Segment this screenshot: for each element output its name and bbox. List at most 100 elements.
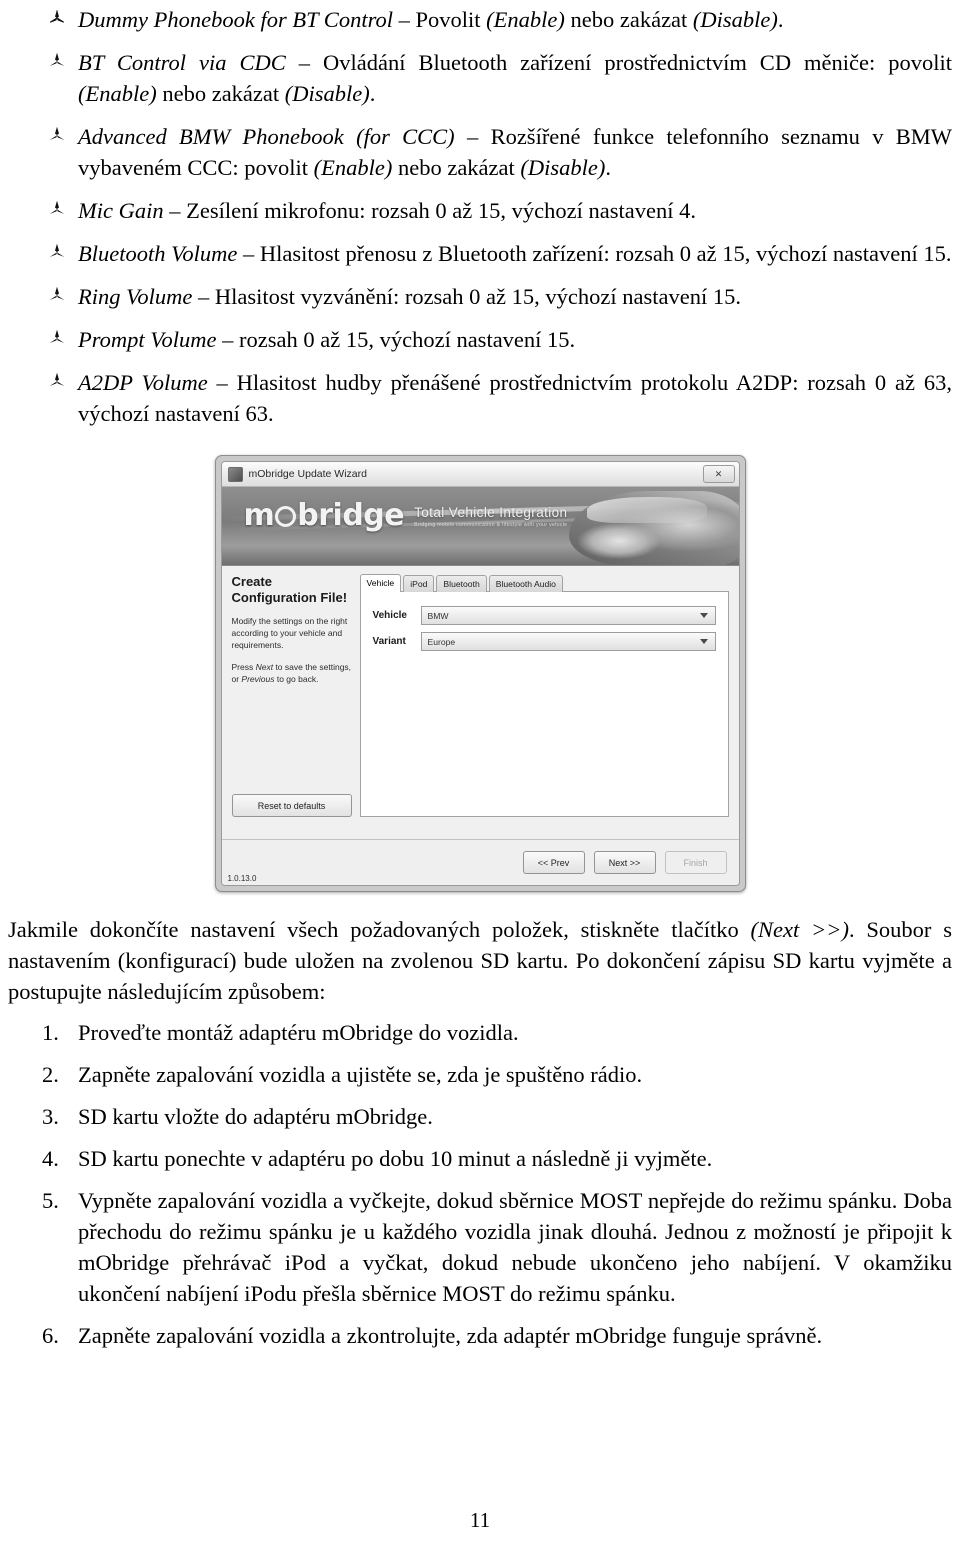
propeller-bullet-icon [46,198,68,220]
step-number: 1. [42,1020,59,1045]
variant-field-row: Variant Europe [373,632,716,651]
term-label: Advanced BMW Phonebook (for CCC) [78,124,455,149]
list-item: 2. Zapněte zapalování vozidla a ujistěte … [8,1059,952,1090]
english-term: (Disable) [520,155,606,180]
list-item: 6. Zapněte zapalování vozidla a zkontrolu… [8,1320,952,1351]
propeller-bullet-icon [46,327,68,349]
step-number: 2. [42,1062,59,1087]
tab-bluetooth[interactable]: Bluetooth [436,575,487,592]
list-item: 1. Proveďte montáž adaptéru mObridge do v… [8,1017,952,1048]
tab-ipod[interactable]: iPod [403,575,435,592]
description-text: nebo zakázat [156,81,285,106]
prev-button[interactable]: << Prev [522,851,585,874]
description-text: . [777,7,784,32]
term-label: Prompt Volume [78,327,217,352]
close-icon[interactable]: ✕ [702,465,735,483]
vehicle-select[interactable]: BMW [420,606,716,625]
list-item: 3. SD kartu vložte do adaptéru mObridge. [8,1101,952,1132]
finish-button[interactable]: Finish [664,851,727,874]
chevron-down-icon [699,639,708,644]
chevron-down-icon [699,613,708,618]
reset-to-defaults-button[interactable]: Reset to defaults [231,794,352,817]
window-title: mObridge Update Wizard [248,468,367,480]
list-item: 4. SD kartu ponechte v adaptéru po dobu 1… [8,1143,952,1174]
propeller-bullet-icon [46,50,68,72]
tab-strip: Vehicle iPod Bluetooth Bluetooth Audio [359,574,729,592]
propeller-bullet-icon [46,7,68,29]
step-text: Proveďte montáž adaptéru mObridge do voz… [78,1020,519,1045]
term-label: Bluetooth Volume [78,241,238,266]
logo-text-part1: m [243,498,275,533]
mobridge-update-wizard-window: mObridge Update Wizard ✕ m bridge Total V… [214,455,746,892]
banner-subtagline: Bridging mobile communication & lifestyl… [414,522,568,528]
pane-spacer [232,695,352,794]
car-photo [568,491,739,565]
logo-o-ring-icon [275,506,297,527]
term-label: Dummy Phonebook for BT Control [78,7,393,32]
tab-bluetooth-audio[interactable]: Bluetooth Audio [488,575,563,592]
variant-select[interactable]: Europe [420,632,716,651]
propeller-bullet-icon [46,124,68,146]
paragraph-pre: Jakmile dokončíte nastavení všech požado… [8,917,751,942]
vehicle-field-label: Vehicle [372,610,407,621]
step-number: 3. [42,1104,59,1129]
list-item: Bluetooth Volume – Hlasitost přenosu z B… [8,238,952,269]
dash: – [207,370,237,395]
feature-bullet-list: Dummy Phonebook for BT Control – Povolit… [0,0,960,429]
window-footer: 1.0.13.0 << Prev Next >> Finish [221,839,739,885]
page-number: 11 [469,1508,491,1532]
description-text: nebo zakázat [564,7,693,32]
description-text: Hlasitost vyzvánění: rozsah 0 až 15, výc… [214,284,741,309]
step-text: Zapněte zapalování vozidla a zkontrolujt… [78,1323,823,1348]
pane-title-line1: Create [231,574,272,589]
pane-para2-pre: Press [231,662,256,672]
pane-title: Create Configuration File! [232,574,352,606]
next-button[interactable]: Next >> [593,851,656,874]
window-titlebar: mObridge Update Wizard ✕ [221,462,739,487]
pane-paragraph-2: Press Next to save the settings, or Prev… [232,661,352,685]
mobridge-logo: m bridge Total Vehicle Integration Bridgi… [244,501,568,531]
dash: – [237,241,260,266]
description-text: . [605,155,611,180]
propeller-bullet-icon [46,241,68,263]
banner-tagline: Total Vehicle Integration [414,505,568,520]
list-item: Dummy Phonebook for BT Control – Povolit… [8,4,952,35]
english-term: (Enable) [78,81,157,106]
post-figure-paragraph: Jakmile dokončíte nastavení všech požado… [8,914,952,1007]
version-label: 1.0.13.0 [227,874,257,883]
list-item: 5. Vypněte zapalování vozidla a vyčkejte,… [8,1185,952,1309]
dash: – [454,124,491,149]
propeller-bullet-icon [46,370,68,392]
list-item: Ring Volume – Hlasitost vyzvánění: rozsa… [8,281,952,312]
variant-field-label: Variant [372,636,406,647]
term-label: Mic Gain [78,198,164,223]
list-item: BT Control via CDC – Ovládání Bluetooth … [8,47,952,109]
logo-text-part2: bridge [297,498,405,533]
step-number: 6. [42,1323,59,1348]
description-text: Povolit [415,7,487,32]
document-page: Dummy Phonebook for BT Control – Povolit… [0,0,960,1551]
propeller-bullet-icon [46,284,68,306]
step-number: 4. [42,1146,59,1171]
list-item: Mic Gain – Zesílení mikrofonu: rozsah 0 … [8,195,952,226]
step-text: SD kartu vložte do adaptéru mObridge. [78,1104,433,1129]
description-text: nebo zakázat [392,155,521,180]
list-item: Prompt Volume – rozsah 0 až 15, výchozí … [8,324,952,355]
step-text: Vypněte zapalování vozidla a vyčkejte, d… [78,1188,952,1306]
description-text: Ovládání Bluetooth zařízení prostřednict… [322,50,953,75]
term-label: A2DP Volume [78,370,208,395]
tab-vehicle[interactable]: Vehicle [359,574,402,592]
brand-banner: m bridge Total Vehicle Integration Bridgi… [221,487,739,566]
banner-tagline-group: Total Vehicle Integration Bridging mobil… [414,505,567,531]
term-label: Ring Volume [78,284,193,309]
window-body: Create Configuration File! Modify the se… [221,566,739,839]
settings-pane: Vehicle iPod Bluetooth Bluetooth Audio V… [359,574,729,839]
vehicle-field-row: Vehicle BMW [373,606,716,625]
list-item: A2DP Volume – Hlasitost hudby přenášené … [8,367,952,429]
pane-paragraph-1: Modify the settings on the right accordi… [231,616,348,650]
english-term: (Disable) [284,81,370,106]
variant-select-value: Europe [427,636,456,647]
description-text: rozsah 0 až 15, výchozí nastavení 15. [239,327,576,352]
english-term: (Enable) [313,155,393,180]
wizard-screenshot-figure: mObridge Update Wizard ✕ m bridge Total V… [0,455,960,892]
